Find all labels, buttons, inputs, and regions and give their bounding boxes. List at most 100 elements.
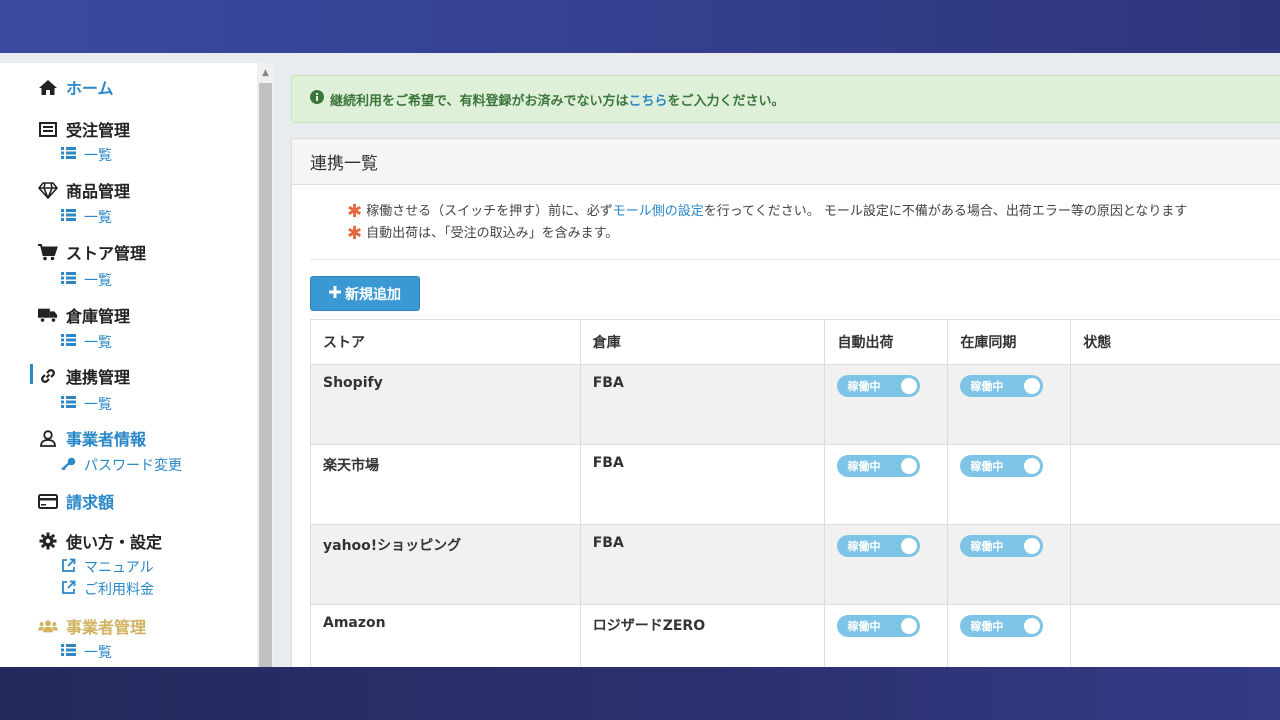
scroll-up-arrow-icon[interactable]: ▲ — [257, 63, 274, 83]
sidebar-item-integrations[interactable]: 連携管理 — [38, 364, 130, 388]
sidebar-subitem-label: ご利用料金 — [84, 582, 154, 598]
table-row: Shopify FBA 稼働中 稼働中 — [310, 364, 1280, 445]
home-icon — [38, 78, 58, 96]
cell-auto-ship: 稼働中 — [824, 444, 949, 525]
sidebar-item-orders[interactable]: 受注管理 — [38, 117, 130, 141]
panel-title: 連携一覧 — [292, 139, 1280, 185]
column-header-status: 状態 — [1070, 319, 1280, 365]
cell-auto-ship: 稼働中 — [824, 364, 949, 445]
mall-settings-link[interactable]: モール側の設定 — [613, 204, 704, 219]
list-icon — [61, 644, 76, 660]
sidebar-item-warehouses[interactable]: 倉庫管理 — [38, 303, 130, 327]
sidebar-scrollbar[interactable]: ▲ — [257, 63, 274, 667]
integration-list-panel: 連携一覧 ✱ 稼働させる（スイッチを押す）前に、必ずモール側の設定を行ってください… — [291, 138, 1280, 667]
sidebar-item-label: 受注管理 — [66, 121, 131, 140]
sidebar-subitem-password-change[interactable]: パスワード変更 — [61, 455, 182, 475]
sidebar-subitem-label: 一覧 — [84, 397, 112, 413]
sidebar-subitem-warehouses-list[interactable]: 一覧 — [61, 332, 112, 352]
sidebar-item-usage-settings[interactable]: 使い方・設定 — [38, 529, 162, 553]
sidebar-subitem-label: 一覧 — [84, 273, 112, 289]
note-2: ✱ 自動出荷は、「受注の取込み」を含みます。 — [347, 223, 619, 244]
cell-warehouse: FBA — [579, 444, 826, 525]
stock-sync-toggle[interactable]: 稼働中 — [960, 535, 1044, 557]
sidebar-item-stores[interactable]: ストア管理 — [38, 240, 146, 264]
cell-store: Amazon — [310, 604, 581, 667]
column-header-store: ストア — [310, 319, 581, 365]
cart-icon — [38, 243, 58, 261]
sidebar-item-home[interactable]: ホーム — [38, 75, 114, 99]
sidebar-subitem-business-mgmt-list[interactable]: 一覧 — [61, 642, 112, 662]
stock-sync-toggle[interactable]: 稼働中 — [960, 375, 1044, 397]
sidebar-subitem-integrations-list[interactable]: 一覧 — [61, 394, 112, 414]
sidebar-subitem-label: 一覧 — [84, 645, 112, 661]
external-link-icon — [61, 580, 76, 599]
sidebar-item-billing[interactable]: 請求額 — [38, 489, 114, 513]
cell-stock-sync: 稼働中 — [947, 444, 1072, 525]
sidebar-item-label: ストア管理 — [66, 244, 147, 263]
auto-ship-toggle[interactable]: 稼働中 — [837, 535, 921, 557]
cell-stock-sync: 稼働中 — [947, 604, 1072, 667]
stock-sync-toggle[interactable]: 稼働中 — [960, 615, 1044, 637]
toggle-knob — [1024, 378, 1041, 394]
sidebar-item-business-mgmt[interactable]: 事業者管理 — [38, 614, 146, 638]
stock-sync-toggle[interactable]: 稼働中 — [960, 455, 1044, 477]
sidebar-subitem-manual[interactable]: マニュアル — [61, 557, 154, 577]
cell-store: yahoo!ショッピング — [310, 524, 581, 605]
table-row: Amazon ロジザードZERO 稼働中 稼働中 — [310, 604, 1280, 667]
column-header-auto-ship: 自動出荷 — [824, 319, 949, 365]
sidebar-subitem-label: 一覧 — [84, 335, 112, 351]
cell-status — [1070, 444, 1280, 525]
sidebar-item-label: 事業者情報 — [66, 430, 147, 449]
sidebar-item-label: 請求額 — [66, 493, 115, 512]
toggle-knob — [901, 378, 918, 394]
auto-ship-toggle[interactable]: 稼働中 — [837, 375, 921, 397]
sidebar-item-label: 事業者管理 — [66, 618, 147, 637]
table-row: 楽天市場 FBA 稼働中 稼働中 — [310, 444, 1280, 525]
info-icon — [310, 90, 324, 108]
toggle-knob — [901, 618, 918, 634]
bottom-band — [0, 667, 1280, 720]
cell-status — [1070, 524, 1280, 605]
diamond-icon — [38, 181, 58, 199]
sidebar-subitem-label: マニュアル — [84, 560, 154, 576]
alert-text-end: をご入力ください。 — [667, 93, 785, 109]
integration-table: ストア 倉庫 自動出荷 在庫同期 状態 Shopify FBA 稼働中 稼働中 … — [310, 319, 1280, 667]
list-icon — [61, 272, 76, 288]
toggle-knob — [1024, 538, 1041, 554]
sidebar-item-business-info[interactable]: 事業者情報 — [38, 426, 146, 450]
scrollbar-thumb[interactable] — [259, 83, 272, 667]
list-icon — [61, 334, 76, 350]
cell-store: 楽天市場 — [310, 444, 581, 525]
list-icon — [61, 396, 76, 412]
sidebar-item-label: 倉庫管理 — [66, 307, 131, 326]
auto-ship-toggle[interactable]: 稼働中 — [837, 455, 921, 477]
order-list-icon — [38, 120, 58, 138]
credit-card-icon — [38, 492, 58, 510]
table-row: yahoo!ショッピング FBA 稼働中 稼働中 — [310, 524, 1280, 605]
link-icon — [38, 367, 58, 385]
asterisk-icon: ✱ — [347, 201, 363, 222]
new-add-button[interactable]: 新規追加 — [310, 276, 420, 311]
sidebar-subitem-label: 一覧 — [84, 210, 112, 226]
sidebar-subitem-stores-list[interactable]: 一覧 — [61, 270, 112, 290]
sidebar-item-label: 使い方・設定 — [66, 533, 163, 552]
registration-alert: 継続利用をご希望で、有料登録がお済みでない方はこちらをご入力ください。 — [291, 75, 1280, 123]
sidebar-subitem-orders-list[interactable]: 一覧 — [61, 145, 112, 165]
cell-stock-sync: 稼働中 — [947, 364, 1072, 445]
alert-text: 継続利用をご希望で、有料登録がお済みでない方は — [330, 93, 629, 109]
column-header-warehouse: 倉庫 — [579, 319, 826, 365]
key-icon — [61, 457, 76, 474]
column-header-stock-sync: 在庫同期 — [947, 319, 1072, 365]
cell-store: Shopify — [310, 364, 581, 445]
alert-link[interactable]: こちら — [628, 94, 667, 109]
sidebar-subitem-pricing[interactable]: ご利用料金 — [61, 579, 154, 599]
cell-warehouse: ロジザードZERO — [579, 604, 826, 667]
auto-ship-toggle[interactable]: 稼働中 — [837, 615, 921, 637]
asterisk-icon: ✱ — [347, 223, 363, 244]
sidebar-item-products[interactable]: 商品管理 — [38, 178, 130, 202]
toggle-knob — [1024, 618, 1041, 634]
cell-warehouse: FBA — [579, 364, 826, 445]
users-icon — [38, 617, 58, 635]
sidebar-subitem-products-list[interactable]: 一覧 — [61, 207, 112, 227]
app-screen: ホーム 受注管理 一覧 商品管理 一覧 ストア管理 一覧 倉庫管理 一覧 連携管… — [0, 53, 1280, 667]
